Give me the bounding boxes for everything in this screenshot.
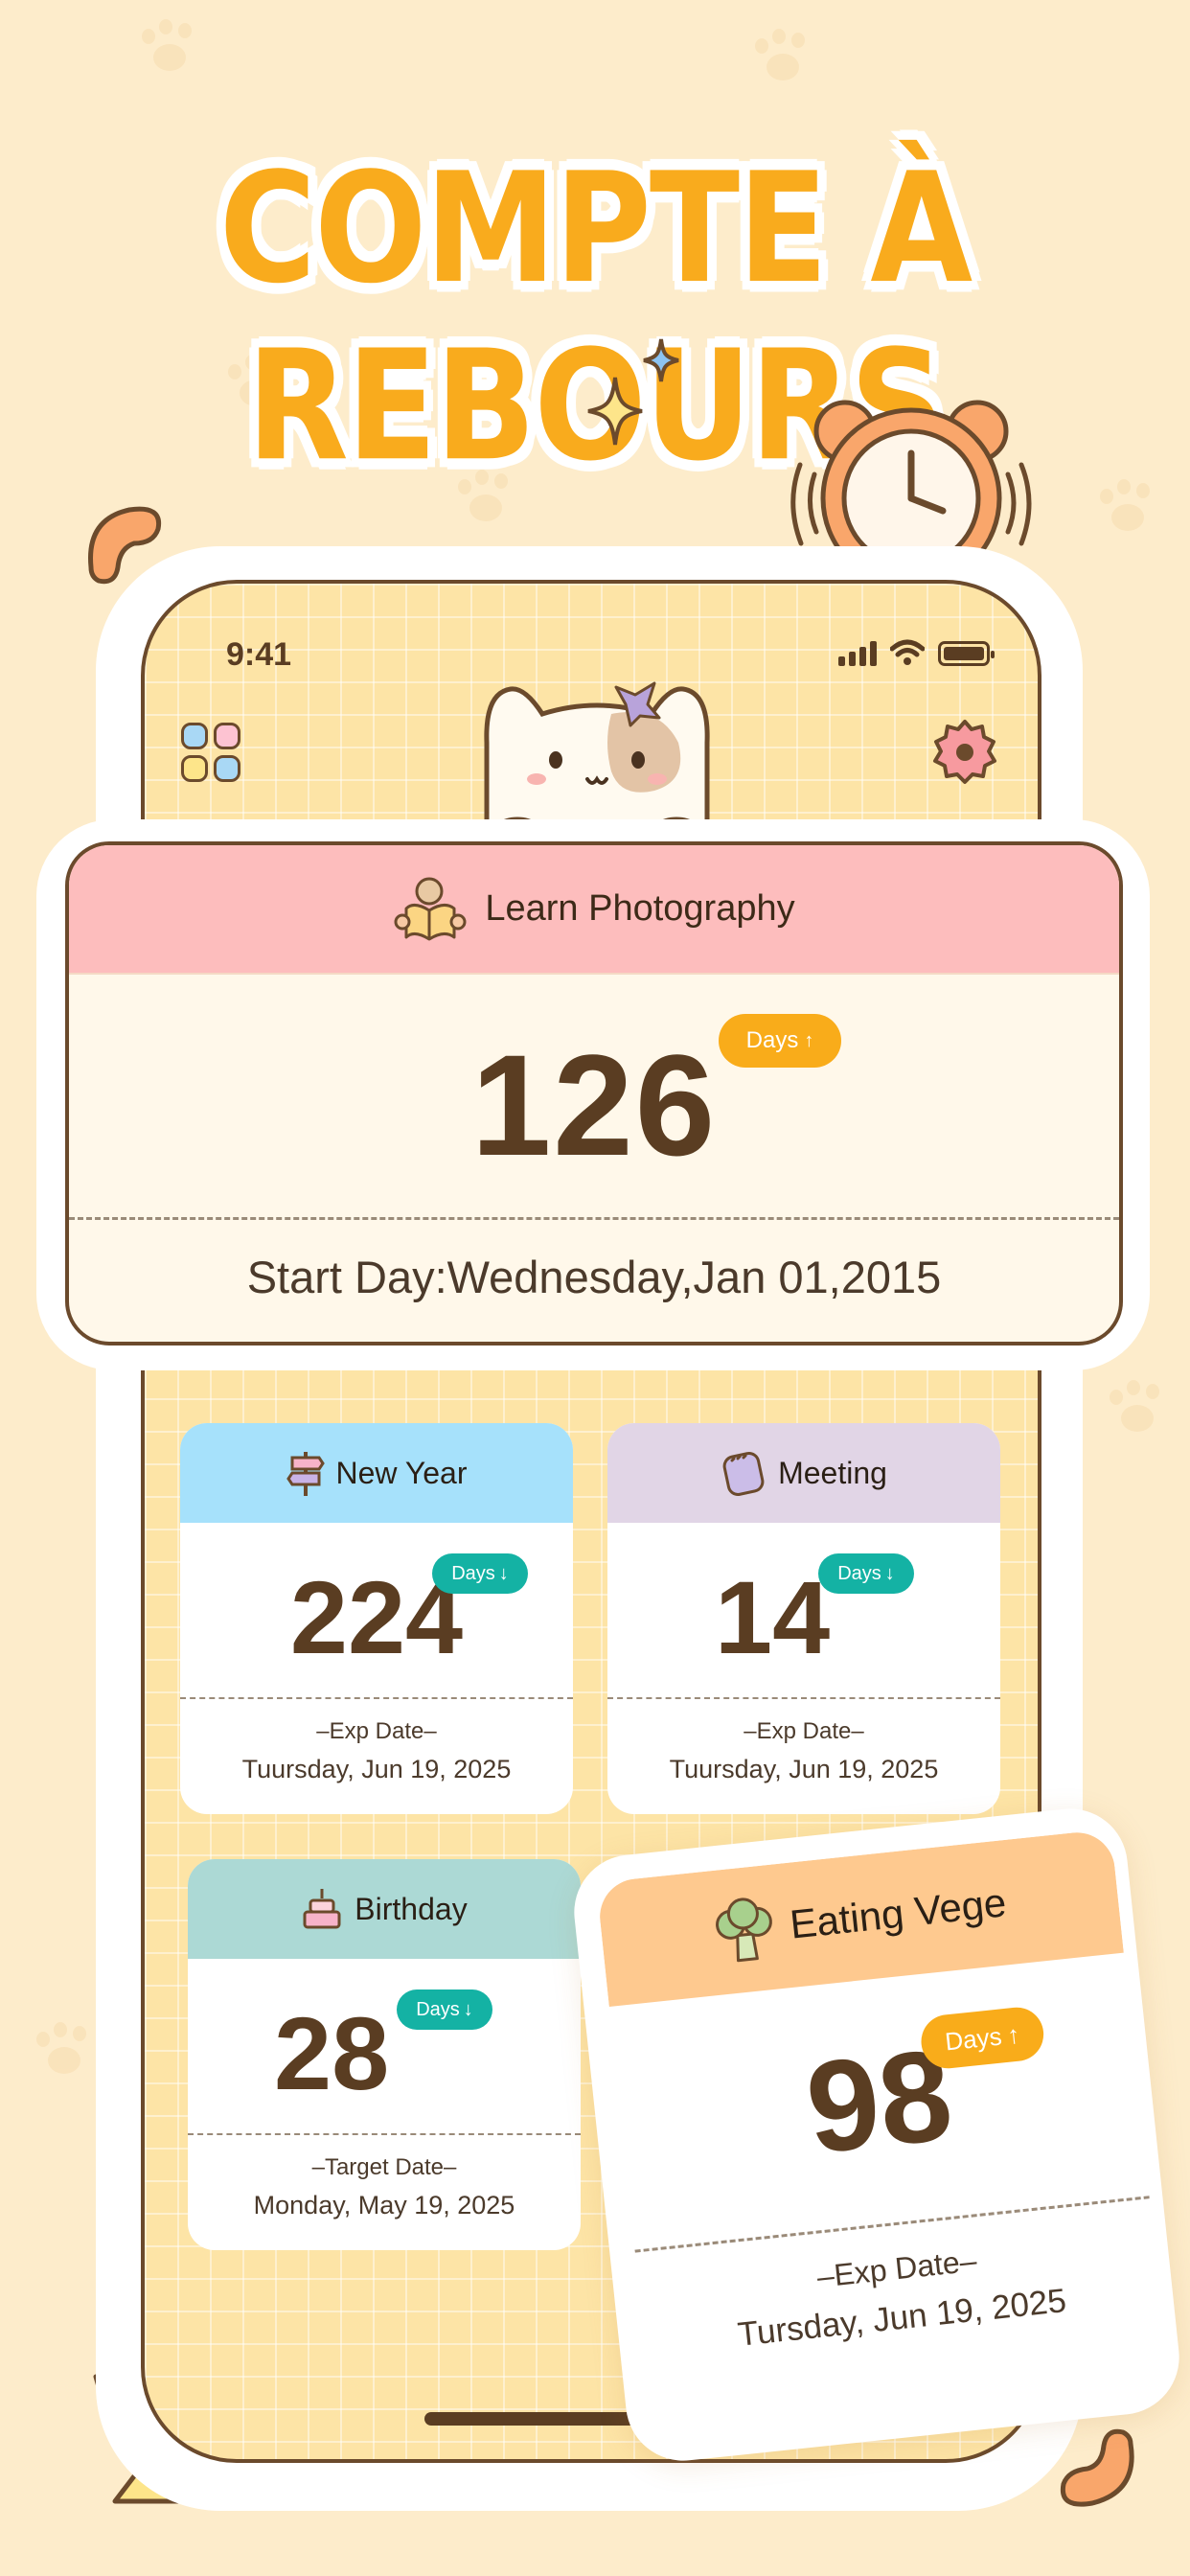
card-date-label: –Exp Date–: [316, 1718, 437, 1744]
card-count: 98: [800, 2021, 959, 2181]
card-date: Tuursday, Jun 19, 2025: [669, 1755, 939, 1783]
card-title: Birthday: [355, 1891, 468, 1926]
card-count: 28: [274, 1995, 390, 2111]
arrow-down-icon: ↓: [884, 1562, 895, 1584]
signal-icon: [838, 641, 877, 666]
days-badge-label: Days: [943, 2020, 1003, 2057]
apps-grid-icon[interactable]: [181, 723, 244, 786]
status-time: 9:41: [226, 636, 292, 673]
event-card-new-year[interactable]: New Year 224 Days ↓ –Exp Date– Tuursday,…: [180, 1423, 573, 1814]
wifi-icon: [890, 639, 925, 665]
signpost-icon: [286, 1452, 325, 1496]
broccoli-icon: [715, 1898, 772, 1963]
dashed-divider: [180, 1697, 573, 1699]
battery-icon: [938, 641, 995, 666]
card-date-label: –Exp Date–: [744, 1718, 864, 1744]
dashed-divider: [188, 2133, 581, 2135]
paw-decoration: [747, 29, 814, 86]
dashed-divider: [607, 1697, 1000, 1699]
arrow-down-icon: ↓: [463, 1998, 473, 2020]
card-date: Tuursday, Jun 19, 2025: [241, 1755, 512, 1783]
arrow-up-icon: ↑: [1005, 2019, 1021, 2050]
days-badge: Days ↓: [432, 1553, 528, 1594]
card-title: Meeting: [778, 1455, 887, 1490]
sparkle-icon: [643, 338, 679, 382]
card-title: Eating Vege: [788, 1879, 1009, 1947]
sparkle-icon: [587, 377, 643, 446]
main-event-start-date: Start Day:Wednesday,Jan 01,2015: [246, 1252, 942, 1302]
main-event-card[interactable]: Learn Photography 126 Days ↑ Start Day:W…: [65, 841, 1123, 1346]
main-event-title: Learn Photography: [485, 888, 795, 929]
card-header: Birthday: [188, 1859, 581, 1959]
reading-person-icon: [394, 877, 467, 940]
main-card-header: Learn Photography: [69, 845, 1119, 975]
card-header: New Year: [180, 1423, 573, 1523]
days-badge-label: Days: [451, 1562, 495, 1584]
card-date: Monday, May 19, 2025: [253, 2191, 515, 2220]
days-badge-label: Days: [837, 1562, 881, 1584]
days-badge: Days ↓: [818, 1553, 914, 1594]
card-title: New Year: [335, 1455, 468, 1490]
event-card-meeting[interactable]: Meeting 14 Days ↓ –Exp Date– Tuursday, J…: [607, 1423, 1000, 1814]
main-event-count: 126: [470, 1024, 718, 1185]
paw-decoration: [1102, 1380, 1169, 1438]
days-badge: Days ↓: [397, 1990, 492, 2030]
days-badge-label: Days: [745, 1027, 799, 1053]
event-card-eating-vege[interactable]: Eating Vege 98 Days ↑ –Exp Date– Tursday…: [596, 1828, 1167, 2417]
card-header: Meeting: [607, 1423, 1000, 1523]
status-icons: [838, 639, 995, 666]
notebook-icon: [722, 1452, 765, 1496]
paw-decoration: [29, 2022, 96, 2080]
days-badge: Days ↑: [719, 1014, 841, 1068]
arrow-up-icon: ↑: [804, 1029, 814, 1051]
event-card-birthday[interactable]: Birthday 28 Days ↓ –Target Date– Monday,…: [188, 1859, 581, 2250]
settings-gear-icon[interactable]: [930, 718, 999, 787]
paw-decoration: [134, 19, 201, 77]
arrow-down-icon: ↓: [498, 1562, 509, 1584]
cake-icon: [303, 1889, 341, 1929]
card-date-label: –Target Date–: [311, 2154, 457, 2180]
card-count: 14: [715, 1559, 831, 1675]
days-badge-label: Days: [416, 1998, 460, 2020]
dashed-divider: [69, 1217, 1119, 1220]
